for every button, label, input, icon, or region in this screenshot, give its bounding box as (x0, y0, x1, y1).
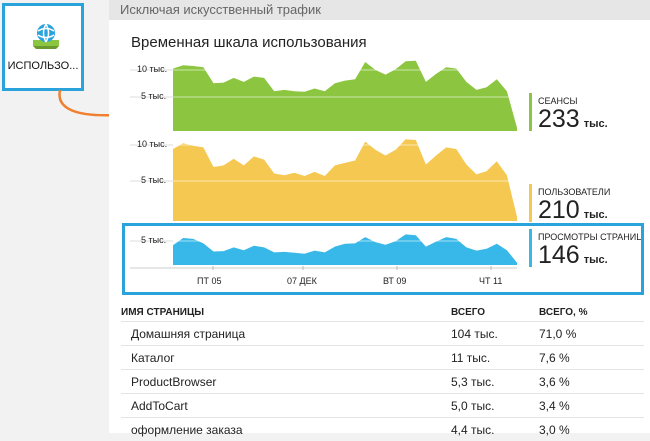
page-percent: 7,6 % (539, 346, 644, 370)
series-area (173, 61, 517, 131)
series-area (173, 139, 517, 221)
page-percent: 3,0 % (539, 418, 644, 441)
page-percent: 3,6 % (539, 370, 644, 394)
pages-table: ИМЯ СТРАНИЦЫ ВСЕГО ВСЕГО, % Домашняя стр… (121, 303, 644, 441)
table-row[interactable]: AddToCart 5,0 тыс. 3,4 % (121, 394, 644, 418)
pageviews-highlight (122, 223, 644, 295)
y-tick-label: 10 тыс. (137, 64, 167, 74)
metric-unit: тыс. (584, 209, 608, 221)
column-header[interactable]: ВСЕГО (451, 303, 539, 322)
table-row[interactable]: ProductBrowser 5,3 тыс. 3,6 % (121, 370, 644, 394)
page-percent: 3,4 % (539, 394, 644, 418)
y-tick-label: 5 тыс. (141, 91, 166, 101)
column-header[interactable]: ИМЯ СТРАНИЦЫ (121, 303, 451, 322)
page-name: Каталог (121, 346, 451, 370)
metric-value: 210 тыс. (538, 196, 608, 225)
y-tick-label: 10 тыс. (137, 139, 167, 149)
page-name: оформление заказа (121, 418, 451, 441)
page-name: AddToCart (121, 394, 451, 418)
table-row[interactable]: оформление заказа 4,4 тыс. 3,0 % (121, 418, 644, 441)
table-header-row: ИМЯ СТРАНИЦЫ ВСЕГО ВСЕГО, % (121, 303, 644, 322)
metric-color-bar (529, 93, 532, 131)
page-percent: 71,0 % (539, 322, 644, 346)
page-total: 11 тыс. (451, 346, 539, 370)
metric-number: 233 (538, 105, 580, 133)
table-row[interactable]: Домашняя страница 104 тыс. 71,0 % (121, 322, 644, 346)
page-total: 104 тыс. (451, 322, 539, 346)
table-row[interactable]: Каталог 11 тыс. 7,6 % (121, 346, 644, 370)
metric-value: 233 тыс. (538, 105, 608, 134)
metric-number: 210 (538, 196, 580, 224)
metric-color-bar (529, 184, 532, 222)
page-total: 5,3 тыс. (451, 370, 539, 394)
page-name: ProductBrowser (121, 370, 451, 394)
page-total: 5,0 тыс. (451, 394, 539, 418)
y-tick-label: 5 тыс. (141, 175, 166, 185)
page-total: 4,4 тыс. (451, 418, 539, 441)
column-header[interactable]: ВСЕГО, % (539, 303, 644, 322)
metric-unit: тыс. (584, 118, 608, 130)
page-name: Домашняя страница (121, 322, 451, 346)
